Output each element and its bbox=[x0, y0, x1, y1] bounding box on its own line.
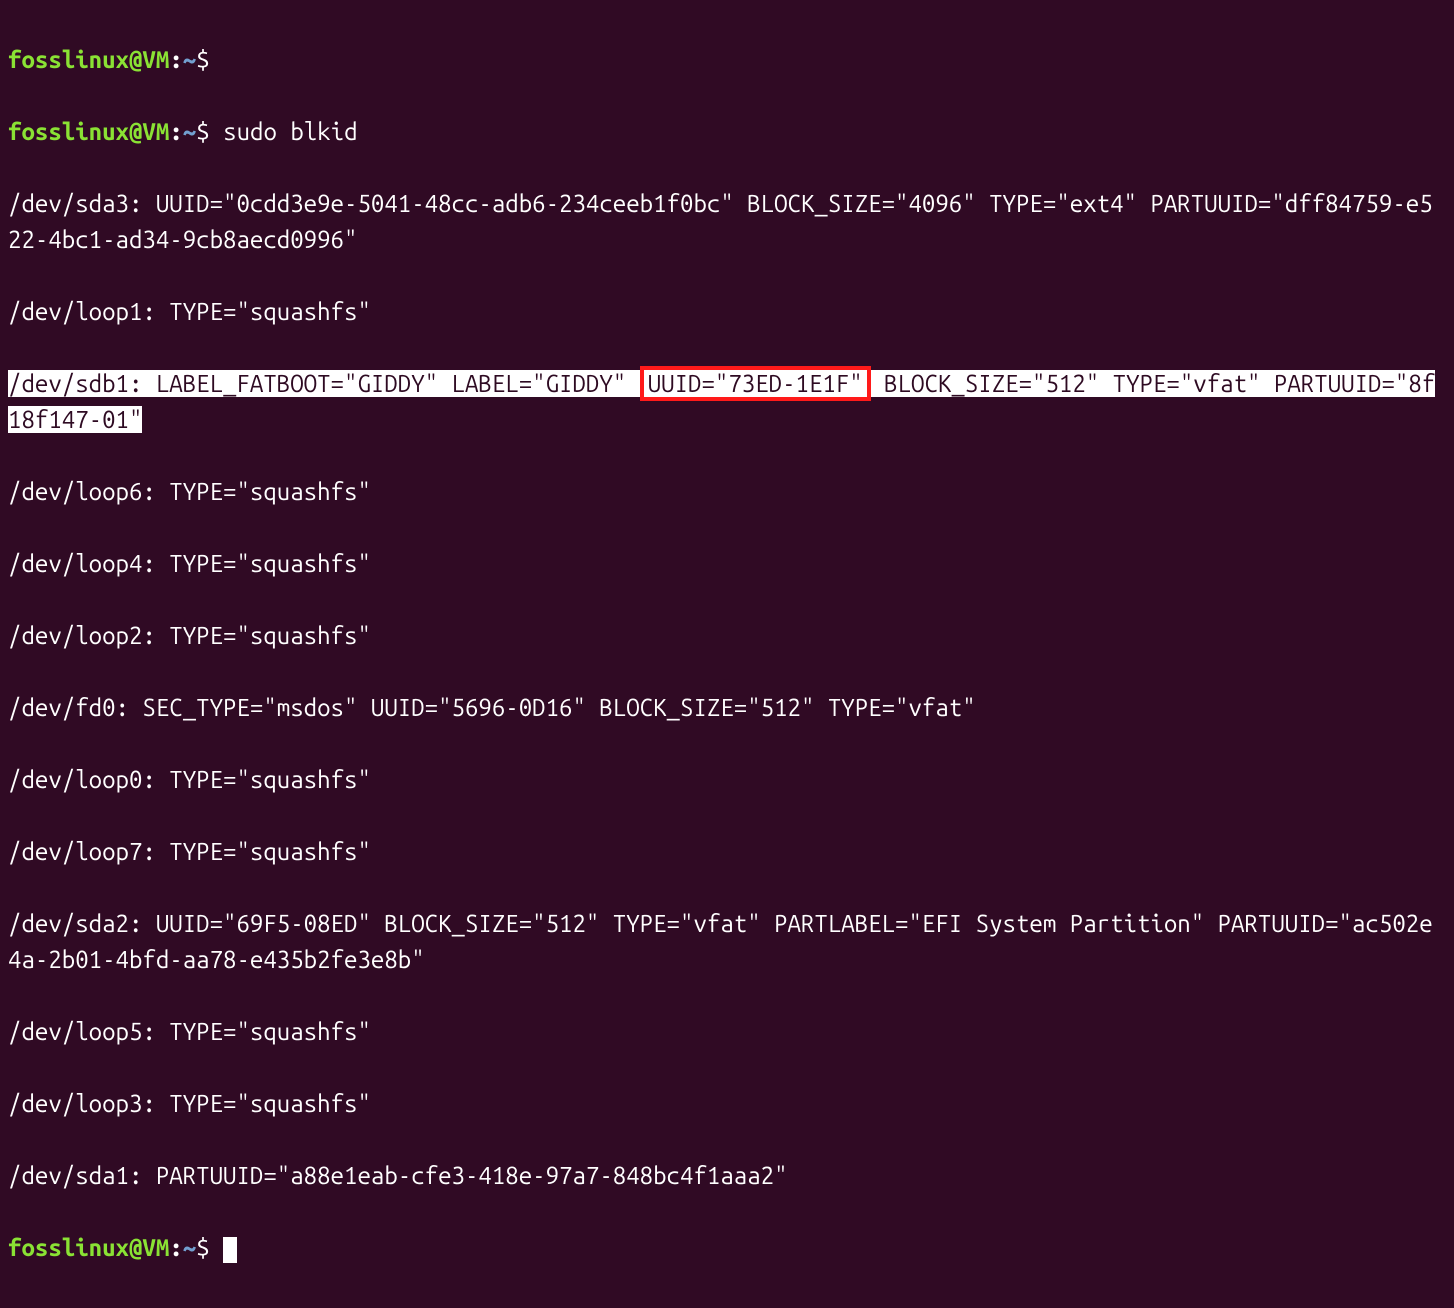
prompt-line-2: fosslinux@VM:~$ sudo blkid bbox=[8, 114, 1446, 150]
prompt-host: VM bbox=[142, 118, 169, 145]
prompt-colon: : bbox=[169, 1234, 182, 1261]
output-line: /dev/loop2: TYPE="squashfs" bbox=[8, 618, 1446, 654]
prompt-host: VM bbox=[142, 1234, 169, 1261]
prompt-at: @ bbox=[129, 46, 142, 73]
prompt-symbol: $ bbox=[196, 118, 209, 145]
output-line: /dev/loop0: TYPE="squashfs" bbox=[8, 762, 1446, 798]
prompt-user: fosslinux bbox=[8, 1234, 129, 1261]
prompt-at: @ bbox=[129, 1234, 142, 1261]
command-input-2[interactable]: sudo blkid bbox=[223, 118, 357, 145]
prompt-path: ~ bbox=[183, 1234, 196, 1261]
terminal-window[interactable]: fosslinux@VM:~$ fosslinux@VM:~$ sudo blk… bbox=[0, 0, 1454, 1308]
output-line: /dev/loop5: TYPE="squashfs" bbox=[8, 1014, 1446, 1050]
output-line: /dev/loop7: TYPE="squashfs" bbox=[8, 834, 1446, 870]
output-line-highlighted: /dev/sdb1: LABEL_FATBOOT="GIDDY" LABEL="… bbox=[8, 366, 1446, 438]
prompt-colon: : bbox=[169, 46, 182, 73]
prompt-host: VM bbox=[142, 46, 169, 73]
cursor-icon[interactable] bbox=[223, 1237, 237, 1263]
prompt-user: fosslinux bbox=[8, 118, 129, 145]
prompt-line-3: fosslinux@VM:~$ bbox=[8, 1230, 1446, 1266]
prompt-line-1: fosslinux@VM:~$ bbox=[8, 42, 1446, 78]
prompt-colon: : bbox=[169, 118, 182, 145]
output-line: /dev/fd0: SEC_TYPE="msdos" UUID="5696-0D… bbox=[8, 690, 1446, 726]
output-line: /dev/loop1: TYPE="squashfs" bbox=[8, 294, 1446, 330]
prompt-path: ~ bbox=[183, 118, 196, 145]
output-line: /dev/loop3: TYPE="squashfs" bbox=[8, 1086, 1446, 1122]
output-line: /dev/loop4: TYPE="squashfs" bbox=[8, 546, 1446, 582]
prompt-at: @ bbox=[129, 118, 142, 145]
prompt-symbol: $ bbox=[196, 46, 209, 73]
uuid-highlight-box: UUID="73ED-1E1F" bbox=[640, 366, 871, 401]
output-line: /dev/sda2: UUID="69F5-08ED" BLOCK_SIZE="… bbox=[8, 906, 1446, 978]
prompt-user: fosslinux bbox=[8, 46, 129, 73]
highlight-pre: /dev/sdb1: LABEL_FATBOOT="GIDDY" LABEL="… bbox=[8, 370, 640, 397]
output-line: /dev/sda1: PARTUUID="a88e1eab-cfe3-418e-… bbox=[8, 1158, 1446, 1194]
prompt-path: ~ bbox=[183, 46, 196, 73]
output-line: /dev/sda3: UUID="0cdd3e9e-5041-48cc-adb6… bbox=[8, 186, 1446, 258]
prompt-symbol: $ bbox=[196, 1234, 209, 1261]
output-line: /dev/loop6: TYPE="squashfs" bbox=[8, 474, 1446, 510]
